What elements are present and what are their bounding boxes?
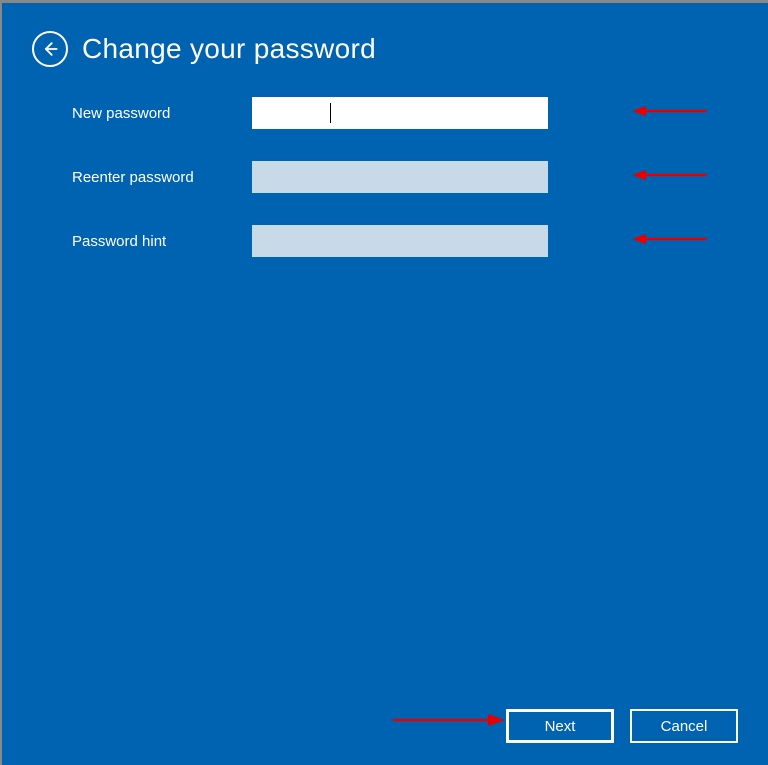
password-hint-label: Password hint xyxy=(72,233,252,250)
password-hint-input[interactable] xyxy=(252,225,548,257)
annotation-arrow-icon xyxy=(632,231,712,247)
page-title: Change your password xyxy=(82,33,376,65)
new-password-label: New password xyxy=(72,105,252,122)
annotation-arrow-icon xyxy=(632,103,712,119)
back-button[interactable] xyxy=(32,31,68,67)
reenter-password-input[interactable] xyxy=(252,161,548,193)
cancel-button[interactable]: Cancel xyxy=(630,709,738,743)
form-area: New password Reenter password Password h… xyxy=(2,77,768,309)
footer-buttons: Next Cancel xyxy=(2,709,738,743)
new-password-row: New password xyxy=(72,97,698,129)
footer: Next Cancel xyxy=(2,709,738,743)
next-button[interactable]: Next xyxy=(506,709,614,743)
reenter-password-row: Reenter password xyxy=(72,161,698,193)
arrow-left-icon xyxy=(40,39,60,59)
password-hint-row: Password hint xyxy=(72,225,698,257)
text-caret xyxy=(330,103,331,123)
annotation-arrow-icon xyxy=(632,167,712,183)
reenter-password-label: Reenter password xyxy=(72,169,252,186)
header: Change your password xyxy=(2,3,768,77)
new-password-input[interactable] xyxy=(252,97,548,129)
